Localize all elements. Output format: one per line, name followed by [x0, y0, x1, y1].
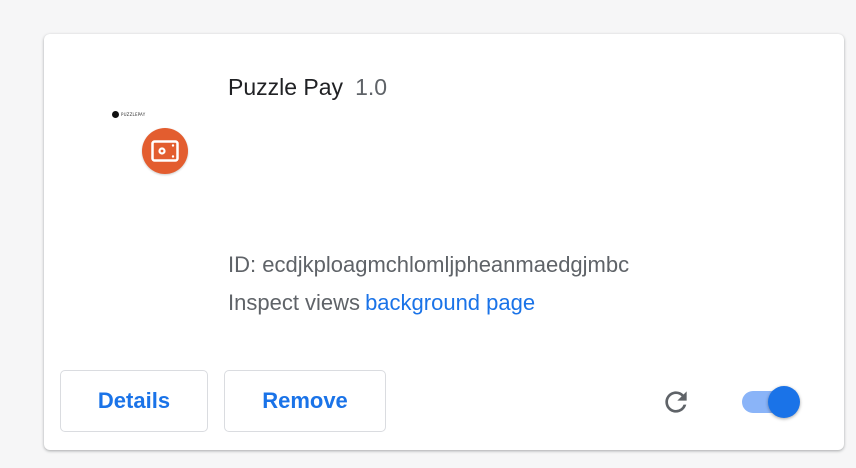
background-page-link[interactable]: background page	[365, 290, 535, 315]
reload-button[interactable]	[660, 386, 692, 418]
extension-icon: PUZZLEPAY	[110, 104, 194, 188]
extension-version: 1.0	[355, 74, 388, 100]
extension-name: Puzzle Pay	[228, 74, 344, 100]
details-button[interactable]: Details	[60, 370, 208, 432]
reload-icon	[665, 391, 687, 413]
id-label: ID:	[228, 252, 257, 277]
remove-button[interactable]: Remove	[224, 370, 386, 432]
wallet-icon	[151, 140, 179, 162]
puzzle-pay-logo: PUZZLEPAY	[112, 111, 145, 118]
wallet-badge-icon	[142, 128, 188, 174]
logo-text: PUZZLEPAY	[121, 112, 146, 117]
extension-id: ID: ecdjkploagmchlomljpheanmaedgjmbc	[228, 252, 629, 278]
inspect-views-label: Inspect views	[228, 290, 361, 315]
extension-title-row: Puzzle Pay 1.0	[228, 74, 387, 101]
enable-toggle[interactable]	[740, 384, 806, 420]
logo-mark-icon	[112, 111, 119, 118]
inspect-views: Inspect views background page	[228, 290, 535, 316]
toggle-knob	[768, 386, 800, 418]
extension-card: PUZZLEPAY Puzzle Pay 1.0 ID: ecdjkploagmc…	[44, 34, 844, 450]
id-value: ecdjkploagmchlomljpheanmaedgjmbc	[262, 252, 630, 277]
